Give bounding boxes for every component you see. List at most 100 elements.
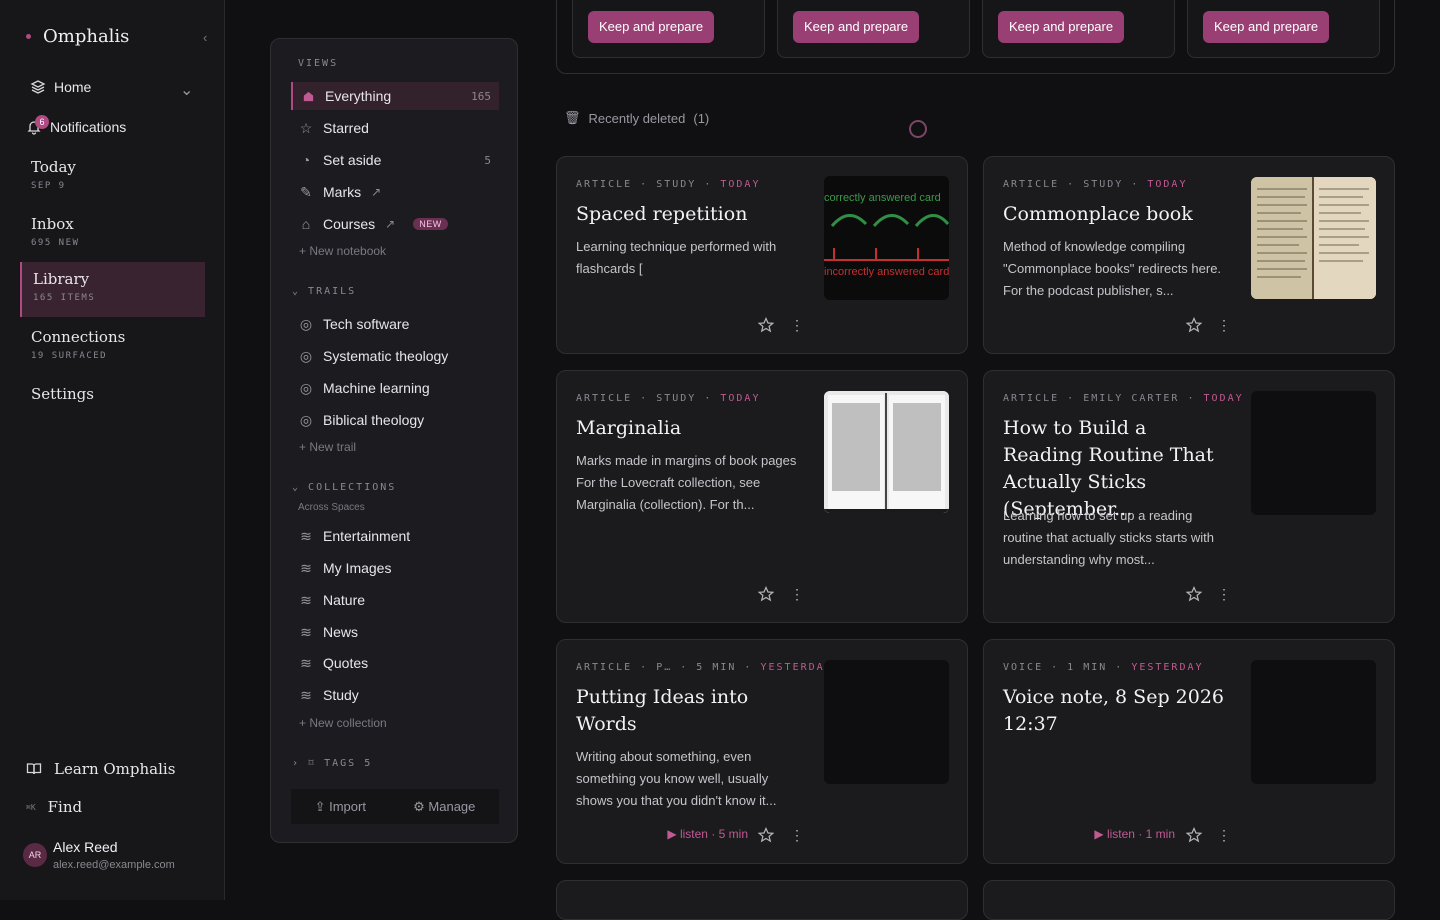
collection-item[interactable]: ≋ My Images xyxy=(291,554,499,582)
more-options-icon[interactable]: ⋮ xyxy=(790,827,804,843)
star-icon[interactable] xyxy=(1186,317,1202,333)
keep-and-prepare-button[interactable]: Keep and prepare xyxy=(998,11,1125,43)
import-button[interactable]: ⇪ Import xyxy=(315,799,366,815)
card-title: Marginalia xyxy=(576,417,682,439)
library-card[interactable]: ARTICLE · P… · 5 MIN · YESTERDAY Putting… xyxy=(556,639,968,864)
import-label: Import xyxy=(329,798,366,814)
find-label: Find xyxy=(47,798,83,816)
collection-item[interactable]: ≋ Study xyxy=(291,681,499,709)
library-card[interactable]: ARTICLE · STUDY · TODAY Marginalia Marks… xyxy=(556,370,968,623)
more-options-icon[interactable]: ⋮ xyxy=(1217,317,1231,333)
keep-and-prepare-button[interactable]: Keep and prepare xyxy=(588,11,715,43)
card-title: Voice note, 8 Sep 2026 12:37 xyxy=(1003,686,1224,735)
layers-icon: ≋ xyxy=(300,559,312,576)
brand[interactable]: Omphalis xyxy=(26,26,129,47)
user-email: alex.reed@example.com xyxy=(53,859,175,871)
sidebar-section-settings[interactable]: Settings xyxy=(20,379,205,409)
card-description: Learning technique performed with flashc… xyxy=(576,239,777,276)
collections-label-text: COLLECTIONS xyxy=(308,482,397,493)
listen-button[interactable]: ▶ listen · 5 min xyxy=(667,827,748,841)
recently-deleted-toggle[interactable]: 🗑 Recently deleted (1) xyxy=(564,110,709,126)
new-trail-label: New trail xyxy=(309,440,357,454)
card-thumbnail-placeholder xyxy=(1251,391,1376,515)
section-title: Inbox xyxy=(31,215,74,233)
sidebar-section-library[interactable]: Library 165 ITEMS xyxy=(20,262,205,317)
trail-label: Tech software xyxy=(323,316,410,332)
star-icon[interactable] xyxy=(1186,827,1202,843)
view-set-aside[interactable]: ◔ Set aside 5 xyxy=(291,146,499,174)
star-icon[interactable] xyxy=(758,317,774,333)
star-icon[interactable] xyxy=(758,827,774,843)
collapse-sidebar-icon[interactable]: ‹ xyxy=(203,30,207,45)
library-card[interactable]: ARTICLE · EMILY CARTER · TODAY How to Bu… xyxy=(983,370,1395,623)
manage-button[interactable]: ⚙ Manage xyxy=(413,799,475,815)
trails-label[interactable]: ⌄ TRAILS xyxy=(292,286,356,297)
listen-button[interactable]: ▶ listen · 1 min xyxy=(1094,827,1175,841)
more-options-icon[interactable]: ⋮ xyxy=(1217,586,1231,602)
more-options-icon[interactable]: ⋮ xyxy=(1217,827,1231,843)
section-sub: 695 NEW xyxy=(31,238,80,248)
view-marks[interactable]: ✎ Marks ↗ xyxy=(291,178,499,206)
library-card[interactable]: VOICE · 1 MIN · YESTERDAY Voice note, 8 … xyxy=(983,639,1395,864)
collection-label: Quotes xyxy=(323,655,369,671)
new-collection-label: New collection xyxy=(309,716,387,730)
tag-icon: ⌑ xyxy=(308,758,317,769)
collection-item[interactable]: ≋ Quotes xyxy=(291,649,499,677)
more-options-icon[interactable]: ⋮ xyxy=(790,317,804,333)
layers-icon xyxy=(30,80,46,94)
library-card[interactable]: ARTICLE · STUDY · TODAY Spaced repetitio… xyxy=(556,156,968,354)
recently-deleted-count: (1) xyxy=(693,110,710,126)
library-card[interactable]: ARTICLE · STUDY · TODAY Commonplace book… xyxy=(983,156,1395,354)
collections-label[interactable]: ⌄ COLLECTIONS xyxy=(292,482,396,493)
star-icon[interactable] xyxy=(758,586,774,602)
home-icon xyxy=(301,89,315,103)
card-description: Learning how to set up a reading routine… xyxy=(1003,508,1214,567)
collection-item[interactable]: ≋ Entertainment xyxy=(291,522,499,550)
learn-omphalis-link[interactable]: Learn Omphalis xyxy=(26,760,175,778)
find-button[interactable]: ⌘K Find xyxy=(26,798,82,816)
sidebar-section-connections[interactable]: Connections 19 SURFACED xyxy=(20,322,205,367)
trail-item[interactable]: ◎ Tech software xyxy=(291,310,499,338)
layers-icon: ≋ xyxy=(300,591,312,608)
tags-label[interactable]: › ⌑ TAGS 5 xyxy=(292,758,372,769)
upload-icon: ⇪ xyxy=(314,798,326,814)
trail-item[interactable]: ◎ Biblical theology xyxy=(291,406,499,434)
more-options-icon[interactable]: ⋮ xyxy=(790,586,804,602)
trash-icon: 🗑 xyxy=(564,110,581,125)
find-shortcut: ⌘K xyxy=(26,802,36,812)
star-icon: ☆ xyxy=(299,119,313,136)
new-trail-button[interactable]: + New trail xyxy=(299,440,356,454)
new-notebook-button[interactable]: + New notebook xyxy=(299,244,386,258)
avatar[interactable]: AR xyxy=(23,843,47,867)
sidebar-section-today[interactable]: Today SEP 9 xyxy=(20,152,205,197)
card-meta: ARTICLE · P… · 5 MIN · YESTERDAY xyxy=(576,662,833,673)
sidebar-item-home[interactable]: Home xyxy=(30,79,91,95)
card-meta: ARTICLE · STUDY · TODAY xyxy=(576,179,761,190)
trail-item[interactable]: ◎ Systematic theology xyxy=(291,342,499,370)
book-open-icon xyxy=(26,763,42,775)
section-sub: 165 ITEMS xyxy=(33,293,96,303)
moon-icon: ◔ xyxy=(301,152,311,168)
trail-item[interactable]: ◎ Machine learning xyxy=(291,374,499,402)
keep-and-prepare-button[interactable]: Keep and prepare xyxy=(1203,11,1330,43)
collection-item[interactable]: ≋ News xyxy=(291,618,499,646)
collection-item[interactable]: ≋ Nature xyxy=(291,586,499,614)
card-title: Commonplace book xyxy=(1003,203,1193,225)
star-icon[interactable] xyxy=(1186,586,1202,602)
prepare-card: Keep and prepare xyxy=(1187,0,1380,58)
chevron-down-icon[interactable]: ⌄ xyxy=(180,80,193,100)
section-title: Today xyxy=(31,158,76,176)
graduation-cap-icon: ⌂ xyxy=(301,216,311,232)
layers-icon: ≋ xyxy=(300,527,312,544)
sidebar-section-inbox[interactable]: Inbox 695 NEW xyxy=(20,209,205,254)
view-everything[interactable]: Everything 165 xyxy=(291,82,499,110)
library-card[interactable] xyxy=(983,880,1395,920)
layers-icon: ≋ xyxy=(300,654,312,671)
prepare-card: Keep and prepare xyxy=(572,0,765,58)
view-starred[interactable]: ☆ Starred xyxy=(291,114,499,142)
new-collection-button[interactable]: + New collection xyxy=(299,716,387,730)
keep-and-prepare-button[interactable]: Keep and prepare xyxy=(793,11,920,43)
view-courses[interactable]: ⌂ Courses ↗ NEW xyxy=(291,210,499,238)
new-badge: NEW xyxy=(413,218,448,230)
library-card[interactable] xyxy=(556,880,968,920)
